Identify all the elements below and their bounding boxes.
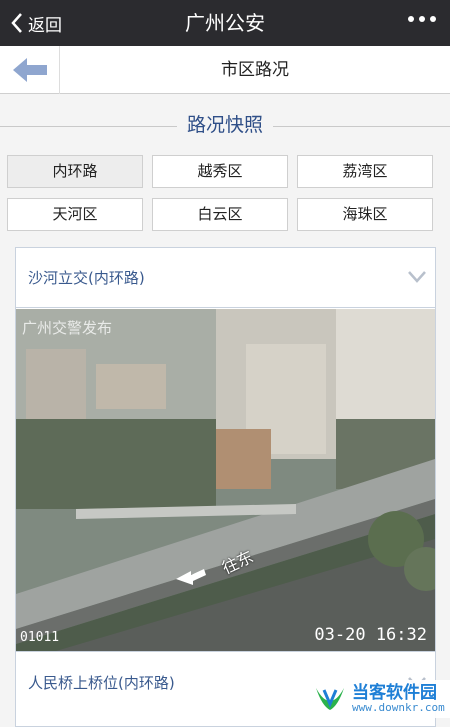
district-tab-baiyun[interactable]: 白云区: [152, 198, 288, 231]
traffic-snapshot-image[interactable]: 广州交警发布 往东 01011 03-20 16:32: [16, 309, 435, 651]
page-title: 市区路况: [60, 46, 450, 94]
district-tab-haizhu[interactable]: 海珠区: [297, 198, 433, 231]
site-watermark-logo: 当客软件园 www.downkr.com: [308, 680, 450, 718]
logo-icon: [312, 684, 348, 714]
snapshot-scene: [16, 309, 435, 651]
camera-name: 人民桥上桥位(内环路): [28, 652, 175, 714]
arrow-left-icon: [12, 57, 48, 83]
chevron-down-icon: [407, 270, 427, 284]
more-menu-icon[interactable]: [408, 16, 436, 22]
back-arrow-button[interactable]: [0, 46, 60, 94]
snapshot-watermark: 广州交警发布: [22, 317, 112, 338]
district-tab-yuexiu[interactable]: 越秀区: [152, 155, 288, 188]
page-header: 市区路况: [0, 46, 450, 94]
district-grid: 内环路 越秀区 荔湾区 天河区 白云区 海珠区: [7, 155, 435, 231]
camera-name: 沙河立交(内环路): [28, 248, 145, 308]
camera-list: 沙河立交(内环路) 广州交警发布 往东 01011: [15, 247, 436, 727]
app-title: 广州公安: [0, 0, 450, 46]
logo-name: 当客软件园: [352, 684, 445, 702]
district-tab-inner-ring[interactable]: 内环路: [7, 155, 143, 188]
logo-url: www.downkr.com: [352, 702, 445, 714]
camera-id: 01011: [20, 630, 59, 645]
district-tab-tianhe[interactable]: 天河区: [7, 198, 143, 231]
section-title: 路况快照: [0, 110, 450, 137]
snapshot-timestamp: 03-20 16:32: [314, 625, 427, 645]
district-tab-liwan[interactable]: 荔湾区: [297, 155, 433, 188]
camera-header[interactable]: 沙河立交(内环路): [16, 248, 435, 308]
top-nav-bar: 返回 广州公安: [0, 0, 450, 46]
